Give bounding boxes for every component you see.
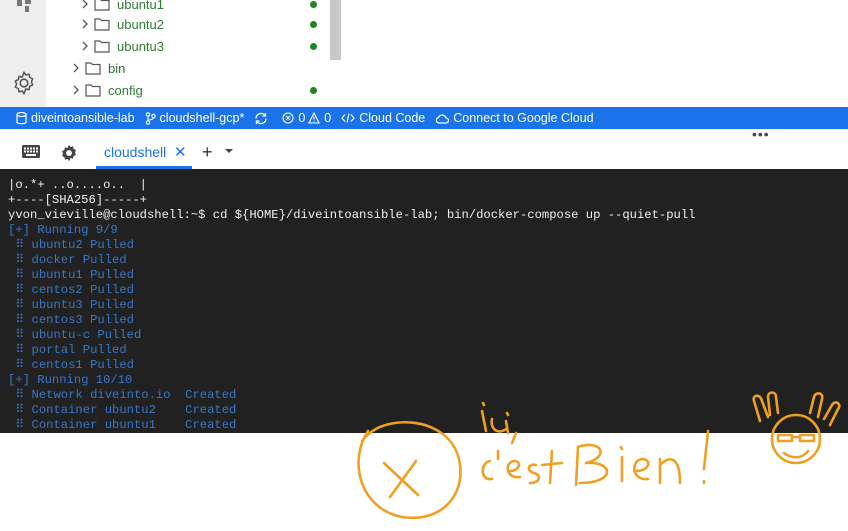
error-count: 0 [298, 111, 306, 125]
keyboard-icon[interactable] [20, 143, 42, 161]
tree-item-label: config [108, 82, 143, 98]
more-actions-icon[interactable]: ••• [752, 126, 770, 142]
chevron-right-icon [82, 41, 88, 51]
terminal-line: ⠿ ubuntu2 Pulled [8, 238, 134, 252]
logo-icon [17, 0, 31, 12]
warning-icon [308, 112, 321, 124]
tab-label: cloudshell [104, 144, 167, 160]
tree-item-label: bin [108, 60, 126, 76]
chevron-right-icon [82, 0, 88, 9]
terminal[interactable]: |o.*+ ..o....o.. | +----[SHA256]-----+ yvo… [0, 169, 848, 520]
git-status-dot [310, 21, 317, 28]
cloud-code-button[interactable]: Cloud Code [336, 107, 430, 129]
warning-count: 0 [324, 111, 332, 125]
sync-button[interactable] [249, 107, 277, 129]
tree-item-config[interactable]: config [69, 79, 143, 101]
chevron-right-icon [73, 63, 79, 73]
tree-item-ubuntu2[interactable]: ubuntu2 [78, 13, 164, 35]
explorer-area: ubuntu1 ubuntu2 ubuntu3 bin config [0, 0, 848, 107]
tab-cloudshell[interactable]: cloudshell ✕ [96, 138, 192, 169]
folder-icon [85, 62, 101, 75]
cloud-code-label: Cloud Code [359, 111, 426, 125]
tree-item-label: ubuntu2 [117, 16, 164, 32]
tree-item-label: ubuntu1 [117, 0, 164, 12]
editor-area [341, 0, 848, 107]
git-status-dot [310, 1, 317, 8]
terminal-line: +----[SHA256]-----+ [8, 193, 147, 207]
connect-label: Connect to Google Cloud [453, 111, 594, 125]
gear-icon[interactable] [58, 142, 80, 164]
terminal-line: ⠿ Container ubuntu2 Created [8, 403, 237, 417]
explorer-scrollbar[interactable] [330, 0, 341, 60]
terminal-line: ⠿ ubuntu-c Pulled [8, 328, 142, 342]
code-icon [341, 113, 356, 123]
tree-item-label: ubuntu3 [117, 38, 164, 54]
tree-item-bin[interactable]: bin [69, 57, 125, 79]
connect-google-cloud-button[interactable]: Connect to Google Cloud [430, 107, 598, 129]
terminal-line: ⠿ centos1 Pulled [8, 358, 134, 372]
terminal-line: ⠿ centos2 Pulled [8, 283, 134, 297]
terminal-line: ⠿ Container ubuntu1 Created [8, 418, 237, 432]
git-status-dot [310, 43, 317, 50]
status-bar: diveintoansible-lab cloudshell-gcp* 0 0 [0, 107, 848, 129]
file-tree: ubuntu1 ubuntu2 ubuntu3 bin config [46, 0, 330, 107]
branch-name: cloudshell-gcp* [159, 111, 245, 125]
status-branch[interactable]: cloudshell-gcp* [140, 107, 250, 129]
database-icon [16, 111, 27, 124]
chevron-right-icon [82, 19, 88, 29]
activity-bar [0, 0, 46, 107]
tree-item-ubuntu3[interactable]: ubuntu3 [78, 35, 164, 57]
cloud-icon [436, 114, 450, 124]
terminal-line: ⠿ docker Pulled [8, 253, 127, 267]
handwritten-annotation [357, 391, 841, 520]
terminal-line: [+] Running 10/10 [8, 373, 133, 387]
terminal-line: |o.*+ ..o....o.. | [8, 178, 147, 192]
terminal-line: ⠿ ubuntu3 Pulled [8, 298, 134, 312]
folder-icon [94, 40, 110, 53]
error-icon [282, 112, 294, 124]
terminal-line: ⠿ portal Pulled [8, 343, 127, 357]
sync-icon [255, 112, 267, 124]
close-icon[interactable]: ✕ [174, 143, 187, 161]
folder-icon [94, 18, 110, 31]
branch-icon [145, 111, 156, 125]
git-status-dot [310, 87, 317, 94]
status-project[interactable]: diveintoansible-lab [0, 107, 140, 129]
caret-down-icon[interactable] [224, 146, 234, 156]
plus-icon[interactable]: + [202, 142, 213, 163]
settings-gear-icon[interactable] [11, 70, 37, 96]
terminal-line: [+] Running 9/9 [8, 223, 118, 237]
terminal-line: ⠿ Network diveinto.io Created [8, 388, 237, 402]
folder-icon [85, 84, 101, 97]
terminal-line: ⠿ ubuntu1 Pulled [8, 268, 134, 282]
chevron-right-icon [73, 85, 79, 95]
problems-indicator[interactable]: 0 0 [277, 107, 336, 129]
terminal-line: yvon_vieville@cloudshell:~$ cd ${HOME}/d… [8, 208, 696, 222]
project-name: diveintoansible-lab [31, 111, 135, 125]
folder-icon [94, 0, 110, 11]
terminal-line: ⠿ centos3 Pulled [8, 313, 134, 327]
